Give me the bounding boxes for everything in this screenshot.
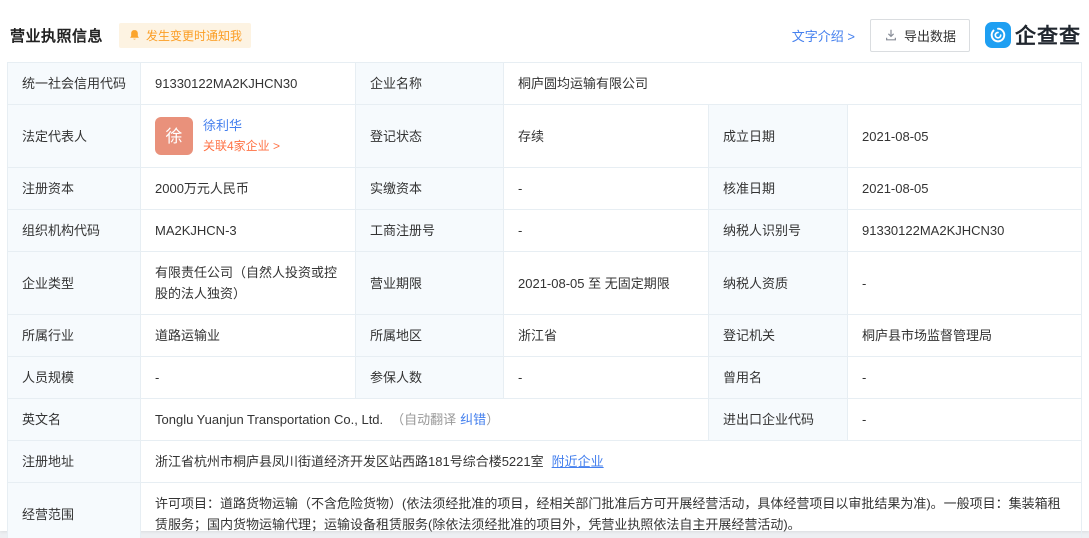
value-taxpayer-id: 91330122MA2KJHCN30 [848,210,1082,252]
english-name-text: Tonglu Yuanjun Transportation Co., Ltd. [155,412,384,427]
label-registration-status: 登记状态 [356,105,504,168]
label-former-name: 曾用名 [709,357,848,399]
value-staff-size: - [141,357,356,399]
value-import-export-code: - [848,399,1082,441]
registered-address-text: 浙江省杭州市桐庐县凤川街道经济开发区站西路181号综合楼5221室 [155,454,544,469]
label-company-name: 企业名称 [356,63,504,105]
value-business-scope: 许可项目：道路货物运输（不含危险货物）(依法须经批准的项目，经相关部门批准后方可… [141,483,1082,538]
auto-translate-note: （自动翻译 [391,412,457,427]
label-staff-size: 人员规模 [8,357,141,399]
business-scope-text: 许可项目：道路货物运输（不含危险货物）(依法须经批准的项目，经相关部门批准后方可… [155,496,1061,532]
value-english-name: Tonglu Yuanjun Transportation Co., Ltd. … [141,399,709,441]
value-taxpayer-qualification: - [848,252,1082,315]
value-establish-date: 2021-08-05 [848,105,1082,168]
label-import-export-code: 进出口企业代码 [709,399,848,441]
related-companies-link[interactable]: 关联4家企业 > [203,138,280,155]
label-paid-capital: 实缴资本 [356,168,504,210]
bell-icon [128,29,141,42]
notify-label: 发生变更时通知我 [146,28,243,43]
value-registered-address: 浙江省杭州市桐庐县凤川街道经济开发区站西路181号综合楼5221室 附近企业 [141,441,1082,483]
label-company-type: 企业类型 [8,252,141,315]
label-english-name: 英文名 [8,399,141,441]
value-former-name: - [848,357,1082,399]
qichacha-logo[interactable]: 企查查 [985,20,1081,50]
value-approval-date: 2021-08-05 [848,168,1082,210]
value-business-term: 2021-08-05 至 无固定期限 [504,252,709,315]
label-taxpayer-qualification: 纳税人资质 [709,252,848,315]
page-title: 营业执照信息 [10,27,104,45]
legal-rep-info: 徐利华 关联4家企业 > [203,117,280,155]
label-insured-count: 参保人数 [356,357,504,399]
value-organization-code: MA2KJHCN-3 [141,210,356,252]
label-taxpayer-id: 纳税人识别号 [709,210,848,252]
value-paid-capital: - [504,168,709,210]
header-actions: 文字介绍 > 导出数据 企查查 [792,18,1081,52]
value-registered-capital: 2000万元人民币 [141,168,356,210]
label-industry: 所属行业 [8,315,141,357]
notify-on-change-button[interactable]: 发生变更时通知我 [119,22,252,48]
value-company-name: 桐庐圆均运输有限公司 [504,63,1082,105]
legal-rep-avatar[interactable]: 徐 [155,117,193,155]
label-registered-capital: 注册资本 [8,168,141,210]
business-license-card: 营业执照信息 发生变更时通知我 文字介绍 > 导出数据 企查查 统一社会信用代码… [0,0,1089,538]
download-icon [884,28,898,42]
nearby-companies-link[interactable]: 附近企业 [552,451,604,472]
label-business-term: 营业期限 [356,252,504,315]
label-approval-date: 核准日期 [709,168,848,210]
label-region: 所属地区 [356,315,504,357]
value-legal-representative: 徐 徐利华 关联4家企业 > [141,105,356,168]
auto-translate-note-close: ） [486,412,500,427]
license-table: 统一社会信用代码 91330122MA2KJHCN30 企业名称 桐庐圆均运输有… [7,62,1082,538]
label-organization-code: 组织机构代码 [8,210,141,252]
label-registration-authority: 登记机关 [709,315,848,357]
label-business-scope: 经营范围 [8,483,141,538]
header: 营业执照信息 发生变更时通知我 文字介绍 > 导出数据 企查查 [10,18,1081,52]
value-business-reg-no: - [504,210,709,252]
label-registered-address: 注册地址 [8,441,141,483]
qichacha-logo-text: 企查查 [1015,25,1081,48]
export-label: 导出数据 [903,28,956,44]
export-data-button[interactable]: 导出数据 [869,18,970,52]
value-registration-status: 存续 [504,105,709,168]
qichacha-logo-icon [985,22,1011,48]
legal-rep-name-link[interactable]: 徐利华 [203,117,280,135]
value-company-type: 有限责任公司（自然人投资或控股的法人独资） [141,252,356,315]
value-registration-authority: 桐庐县市场监督管理局 [848,315,1082,357]
value-industry: 道路运输业 [141,315,356,357]
label-legal-representative: 法定代表人 [8,105,141,168]
value-region: 浙江省 [504,315,709,357]
label-establish-date: 成立日期 [709,105,848,168]
correction-link[interactable]: 纠错 [460,409,486,430]
text-intro-link[interactable]: 文字介绍 > [792,26,855,45]
value-credit-code: 91330122MA2KJHCN30 [141,63,356,105]
value-insured-count: - [504,357,709,399]
label-credit-code: 统一社会信用代码 [8,63,141,105]
label-business-reg-no: 工商注册号 [356,210,504,252]
